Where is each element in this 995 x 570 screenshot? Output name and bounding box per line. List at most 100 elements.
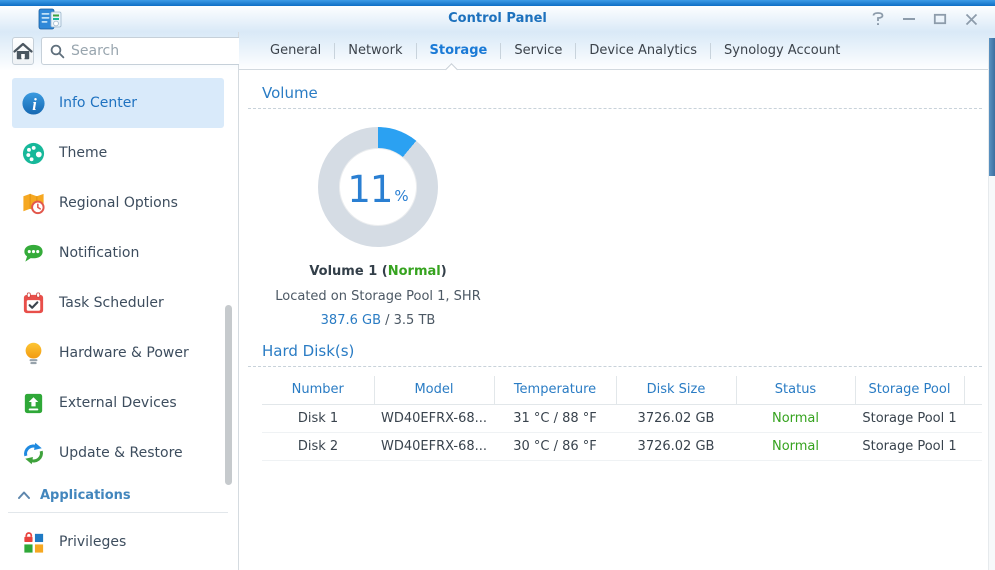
column-header-filler — [964, 376, 982, 405]
heading-divider — [248, 366, 982, 367]
volume-total-space: 3.5 TB — [393, 313, 436, 328]
donut-center-label: 11 % — [347, 171, 408, 208]
sidebar-item-label: External Devices — [59, 395, 177, 411]
sidebar-item-label: Theme — [59, 145, 108, 161]
sidebar-item-external-devices[interactable]: External Devices — [12, 378, 224, 428]
lightbulb-icon — [20, 340, 46, 366]
sidebar-section-applications[interactable]: Applications — [0, 478, 238, 512]
main-scrollbar-thumb[interactable] — [989, 38, 995, 176]
tab-storage[interactable]: Storage — [417, 32, 501, 69]
sidebar-toolbar — [0, 32, 254, 70]
search-icon — [50, 44, 65, 58]
volume-summary: 11 % Volume 1 (Normal) Located on Storag… — [268, 109, 488, 328]
disk-status: Normal — [736, 404, 855, 433]
tab-network[interactable]: Network — [335, 32, 415, 69]
volume-location: Located on Storage Pool 1, SHR — [275, 289, 481, 304]
privileges-grid-lock-icon — [20, 529, 46, 555]
column-header-status[interactable]: Status — [736, 376, 856, 405]
search-input[interactable] — [71, 43, 245, 59]
minimize-icon[interactable] — [901, 11, 917, 27]
volume-usage: 387.6 GB / 3.5 TB — [320, 313, 436, 328]
disk-model: WD40EFRX-68... — [374, 404, 494, 433]
volume-percent-unit: % — [394, 187, 409, 205]
disk-storage-pool: Storage Pool 1 — [855, 404, 964, 433]
disk-number: Disk 2 — [262, 432, 374, 461]
sidebar-item-label: Notification — [59, 245, 140, 261]
close-icon[interactable] — [963, 11, 979, 27]
window-controls — [870, 6, 979, 32]
sidebar-item-theme[interactable]: Theme — [12, 128, 224, 178]
disk-storage-pool: Storage Pool 1 — [855, 432, 964, 461]
sidebar-menu: i Info Center Theme Regional Options Not… — [0, 70, 238, 567]
sidebar-item-notification[interactable]: Notification — [12, 228, 224, 278]
search-box — [41, 37, 254, 65]
home-button[interactable] — [12, 37, 34, 65]
disk-number: Disk 1 — [262, 404, 374, 433]
donut-hole: 11 % — [339, 148, 417, 226]
tab-bar: General Network Storage Service Device A… — [239, 32, 995, 76]
volume-used-space: 387.6 GB — [320, 313, 381, 328]
sidebar-item-label: Task Scheduler — [59, 295, 164, 311]
info-icon: i — [20, 90, 46, 116]
section-divider — [8, 512, 228, 513]
volume-name-status: Volume 1 (Normal) — [309, 264, 447, 279]
tab-general[interactable]: General — [257, 32, 334, 69]
sidebar-item-hardware-power[interactable]: Hardware & Power — [12, 328, 224, 378]
tab-service[interactable]: Service — [501, 32, 575, 69]
column-header-storage-pool[interactable]: Storage Pool — [855, 376, 965, 405]
disk-size: 3726.02 GB — [616, 432, 736, 461]
column-header-disk-size[interactable]: Disk Size — [616, 376, 737, 405]
column-header-number[interactable]: Number — [262, 376, 375, 405]
sidebar-item-label: Info Center — [59, 95, 138, 111]
chevron-up-icon — [18, 491, 30, 499]
tab-synology-account[interactable]: Synology Account — [711, 32, 853, 69]
volume-status-badge: Normal — [387, 264, 441, 279]
notification-bubble-icon — [20, 240, 46, 266]
sidebar-item-regional-options[interactable]: Regional Options — [12, 178, 224, 228]
disk-status: Normal — [736, 432, 855, 461]
section-label: Applications — [40, 487, 131, 503]
volume-name: Volume 1 ( — [309, 264, 388, 279]
sidebar-item-task-scheduler[interactable]: Task Scheduler — [12, 278, 224, 328]
help-icon[interactable] — [870, 11, 886, 27]
sidebar: i Info Center — [0, 32, 254, 570]
sidebar-item-label: Regional Options — [59, 195, 178, 211]
svg-text:i: i — [32, 94, 37, 113]
maximize-icon[interactable] — [932, 11, 948, 27]
main-scrollbar-track — [988, 38, 995, 570]
table-row-disk-1[interactable]: Disk 1 WD40EFRX-68... 31 °C / 88 °F 3726… — [262, 404, 982, 433]
column-header-temperature[interactable]: Temperature — [494, 376, 617, 405]
control-panel-window: Control Panel Search i Info Center Theme… — [0, 0, 995, 570]
storage-tab-content: Volume 11 % Volume 1 (Normal) Located on… — [239, 84, 995, 461]
external-drive-eject-icon — [20, 390, 46, 416]
volume-heading: Volume — [262, 84, 318, 102]
disk-size: 3726.02 GB — [616, 404, 736, 433]
table-row-disk-2[interactable]: Disk 2 WD40EFRX-68... 30 °C / 86 °F 3726… — [262, 432, 982, 461]
sidebar-item-label: Update & Restore — [59, 445, 183, 461]
update-cycle-icon — [20, 440, 46, 466]
sidebar-item-label: Hardware & Power — [59, 345, 189, 361]
main-panel: General Network Storage Service Device A… — [239, 32, 995, 570]
hard-disks-table: Number Model Temperature Disk Size Statu… — [262, 376, 982, 461]
regional-map-clock-icon — [20, 190, 46, 216]
sidebar-item-update-restore[interactable]: Update & Restore — [12, 428, 224, 478]
volume-percent-value: 11 — [347, 168, 393, 211]
home-icon — [13, 42, 33, 60]
task-calendar-check-icon — [20, 290, 46, 316]
hard-disks-heading: Hard Disk(s) — [262, 342, 355, 360]
sidebar-item-label: Privileges — [59, 534, 127, 550]
disk-model: WD40EFRX-68... — [374, 432, 494, 461]
disk-temperature: 30 °C / 86 °F — [494, 432, 616, 461]
disk-temperature: 31 °C / 88 °F — [494, 404, 616, 433]
control-panel-app-icon — [38, 8, 62, 30]
sidebar-scrollbar-thumb[interactable] — [225, 305, 232, 485]
sidebar-item-info-center[interactable]: i Info Center — [12, 78, 224, 128]
window-title: Control Panel — [448, 11, 547, 26]
sidebar-item-privileges[interactable]: Privileges — [12, 517, 224, 567]
table-header-row: Number Model Temperature Disk Size Statu… — [262, 376, 982, 405]
tab-device-analytics[interactable]: Device Analytics — [576, 32, 710, 69]
theme-palette-icon — [20, 140, 46, 166]
titlebar: Control Panel — [0, 6, 995, 32]
column-header-model[interactable]: Model — [374, 376, 495, 405]
volume-usage-donut-chart: 11 % — [318, 127, 438, 247]
